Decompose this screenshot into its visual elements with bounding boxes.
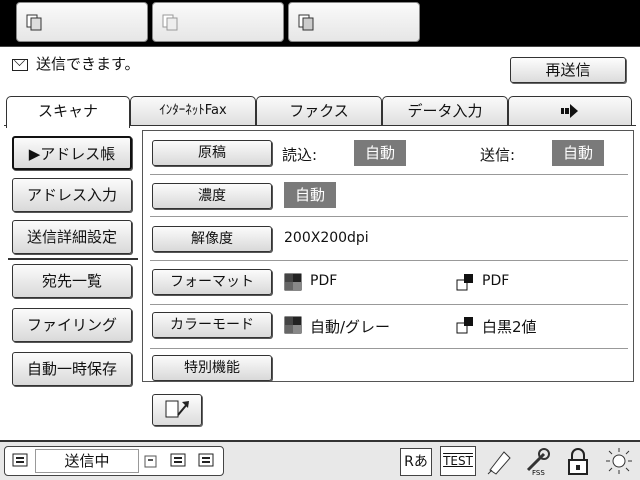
brightness-icon[interactable] — [604, 446, 634, 476]
send-label: 送信: — [480, 146, 516, 164]
density-value: 自動 — [284, 182, 336, 208]
special-functions-button[interactable]: 特別機能 — [152, 355, 272, 381]
job-tab-copy[interactable] — [16, 2, 148, 42]
program-icon — [165, 400, 189, 418]
input-mode-button[interactable]: Rあ — [400, 448, 432, 476]
color-mode-button[interactable]: カラーモード — [152, 312, 272, 338]
density-button[interactable]: 濃度 — [152, 183, 272, 209]
scan-job-icon — [298, 14, 314, 31]
read-value: 自動 — [354, 140, 406, 166]
small-job-icon-1 — [144, 455, 157, 468]
bottom-bar: 送信中 Rあ TEST FSS — [0, 440, 640, 480]
address-entry-button[interactable]: アドレス入力 — [12, 178, 132, 212]
format-color-value: PDF — [310, 273, 338, 289]
settings-area — [142, 130, 634, 382]
bw-mode-icon-2 — [456, 317, 473, 334]
mail-icon — [12, 59, 28, 71]
tab-data-entry[interactable]: データ入力 — [382, 96, 508, 126]
job-icon — [12, 453, 28, 467]
color-mode-color-value: 自動/グレー — [310, 318, 391, 336]
quick-file-button[interactable]: 自動一時保存 — [12, 352, 132, 386]
job-tab-print[interactable] — [152, 2, 284, 42]
send-settings-button[interactable]: 送信詳細設定 — [12, 220, 132, 254]
color-mode-bw-value: 白黒2値 — [482, 318, 537, 336]
tab-internet-fax[interactable]: ｲﾝﾀｰﾈｯﾄFax — [130, 96, 256, 126]
tab-fax[interactable]: ファクス — [256, 96, 382, 126]
send-value: 自動 — [552, 140, 604, 166]
original-button[interactable]: 原稿 — [152, 140, 272, 166]
address-book-button[interactable]: ▶アドレス帳 — [12, 136, 132, 170]
tab-scanner[interactable]: スキャナ — [6, 96, 130, 128]
read-label: 読込: — [282, 146, 318, 164]
job-status-area[interactable]: 送信中 — [4, 446, 224, 476]
status-message: 送信できます。 — [36, 55, 140, 73]
program-button[interactable] — [152, 394, 202, 426]
tools-icon[interactable]: FSS — [522, 446, 552, 476]
job-status-text: 送信中 — [35, 449, 139, 473]
main-panel: スキャナ ｲﾝﾀｰﾈｯﾄFax ファクス データ入力 ▶アドレス帳 アドレス入力… — [0, 92, 640, 440]
tab-next[interactable] — [508, 96, 632, 126]
status-bar: 送信できます。 再送信 — [0, 46, 640, 92]
arrow-right-icon — [561, 104, 578, 118]
color-mode-icon — [284, 273, 302, 291]
resend-button[interactable]: 再送信 — [510, 57, 626, 83]
resolution-button[interactable]: 解像度 — [152, 226, 272, 252]
resolution-value: 200X200dpi — [284, 230, 369, 246]
copy-job-icon — [26, 14, 42, 31]
format-bw-value: PDF — [482, 273, 510, 289]
format-button[interactable]: フォーマット — [152, 269, 272, 295]
lock-icon[interactable] — [564, 446, 592, 476]
bw-mode-icon — [456, 274, 473, 291]
color-mode-icon-2 — [284, 316, 302, 334]
filing-button[interactable]: ファイリング — [12, 308, 132, 342]
small-job-icon-3 — [198, 453, 214, 467]
pen-icon[interactable] — [484, 446, 514, 476]
small-job-icon-2 — [170, 453, 186, 467]
test-mode-indicator: TEST — [440, 446, 476, 476]
destination-list-button[interactable]: 宛先一覧 — [12, 264, 132, 298]
job-tab-scan[interactable] — [288, 2, 420, 42]
svg-text:FSS: FSS — [532, 469, 545, 476]
print-job-icon — [162, 14, 178, 31]
